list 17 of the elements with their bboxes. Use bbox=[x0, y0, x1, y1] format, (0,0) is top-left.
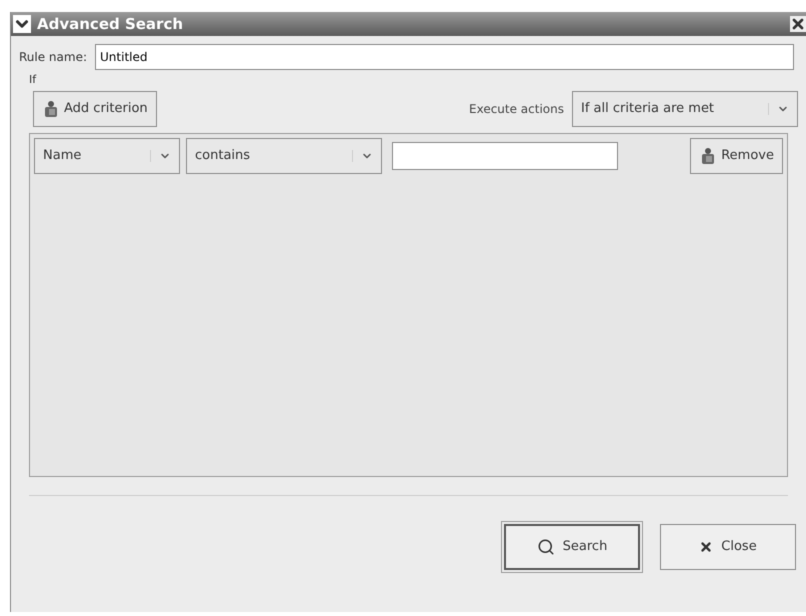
add-criterion-button[interactable]: Add criterion bbox=[33, 91, 157, 127]
search-button[interactable]: Search bbox=[504, 524, 640, 570]
execute-dropdown[interactable]: If all criteria are met bbox=[572, 91, 798, 127]
window-menu-icon[interactable] bbox=[13, 15, 31, 33]
window-title: Advanced Search bbox=[37, 14, 184, 35]
rule-name-field[interactable]: Untitled bbox=[95, 44, 794, 70]
rule-name-label: Rule name: bbox=[19, 49, 88, 66]
close-icon bbox=[699, 540, 714, 554]
close-button[interactable]: Close bbox=[660, 524, 796, 570]
search-icon bbox=[536, 538, 555, 556]
field-dropdown[interactable]: Name bbox=[34, 138, 180, 174]
value-field[interactable] bbox=[392, 142, 618, 170]
conditions-label: If bbox=[29, 74, 38, 85]
operator-dropdown[interactable]: contains bbox=[186, 138, 382, 174]
execute-actions-label: Execute actions bbox=[469, 101, 564, 118]
remove-button[interactable]: Remove bbox=[690, 138, 783, 174]
close-icon[interactable] bbox=[790, 16, 806, 32]
